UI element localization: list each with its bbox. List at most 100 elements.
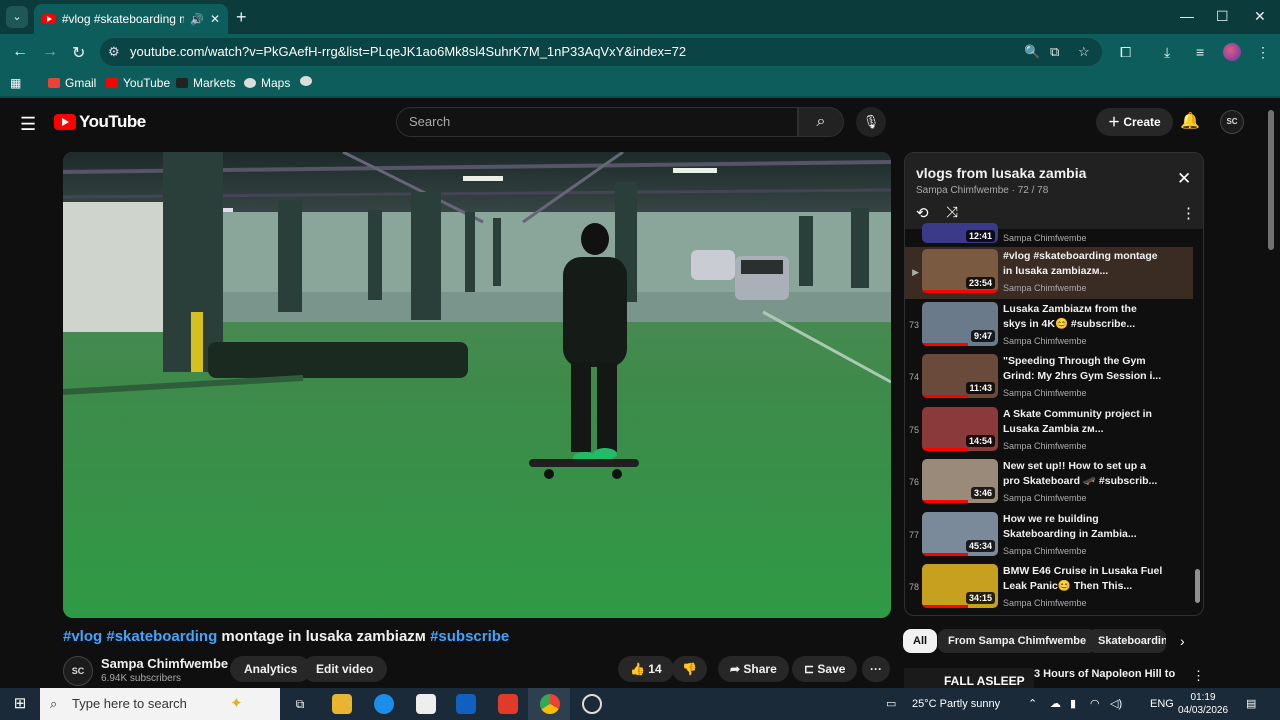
video-player[interactable] xyxy=(63,152,891,618)
scrollbar-thumb[interactable] xyxy=(1195,569,1200,603)
analytics-button[interactable]: Analytics xyxy=(230,656,312,682)
media-controls-icon[interactable]: ≡ xyxy=(1196,44,1204,60)
site-info-icon[interactable]: ⚙ xyxy=(108,44,120,60)
edge-browser-icon[interactable] xyxy=(374,694,394,714)
extensions-icon[interactable]: ⧠ xyxy=(1120,44,1131,61)
bookmark-star-icon[interactable]: ☆ xyxy=(1078,44,1090,60)
language-indicator[interactable]: ENG xyxy=(1150,688,1174,720)
tab-search-chevron-icon[interactable]: ⌄ xyxy=(6,6,28,28)
dislike-button[interactable]: 👎 xyxy=(672,656,707,682)
clock[interactable]: 01:19 04/03/2026 xyxy=(1178,691,1228,717)
youtube-play-icon xyxy=(54,114,76,130)
item-title: #vlog #skateboarding montage in lusaka z… xyxy=(1003,250,1158,277)
weather-text[interactable]: 25°C Partly sunny xyxy=(912,688,1000,720)
notifications-icon[interactable]: ▤ xyxy=(1246,688,1256,720)
duration-badge: 45:34 xyxy=(965,539,995,552)
window-close-icon[interactable]: ✕ xyxy=(1254,8,1266,25)
windows-taskbar: ⊞ Type here to search ⌕ ✦ ⧉ ▭ 25°C Partl… xyxy=(0,688,1280,720)
forward-arrow-icon[interactable]: → xyxy=(42,43,58,61)
microsoft-store-icon[interactable] xyxy=(416,694,436,714)
search-button[interactable]: ⌕ xyxy=(798,107,844,137)
save-button[interactable]: ⊏ Save xyxy=(792,656,858,682)
apps-grid-icon[interactable]: ▦ xyxy=(10,76,21,90)
channel-name[interactable]: Sampa Chimfwembe xyxy=(101,656,228,671)
playlist-item[interactable]: 76 3:46 New set up!! How to set up a pro S… xyxy=(905,457,1193,509)
youtube-header: ☰ YouTube Search ⌕ 🎙 ＋ Create 🔔 SC xyxy=(0,100,1280,144)
reload-icon[interactable]: ↻ xyxy=(72,43,85,63)
cast-icon[interactable]: ⧉ xyxy=(1050,44,1059,60)
hashtag-link[interactable]: #subscribe xyxy=(430,628,509,645)
youtube-wordmark: YouTube xyxy=(79,112,146,131)
more-vertical-icon[interactable]: ⋮ xyxy=(1192,668,1205,684)
close-icon[interactable]: ✕ xyxy=(1177,169,1191,189)
wps-office-icon[interactable] xyxy=(498,694,518,714)
notifications-bell-icon[interactable]: 🔔 xyxy=(1180,111,1200,131)
chip-from-channel[interactable]: From Sampa Chimfwembe xyxy=(938,629,1097,653)
minimize-icon[interactable]: — xyxy=(1180,8,1194,24)
playlist-item[interactable]: 74 11:43 "Speeding Through the Gym Grind: … xyxy=(905,352,1193,404)
chevron-right-icon[interactable]: › xyxy=(1180,633,1185,649)
playlist-item[interactable]: 77 45:34 How we re building Skateboarding … xyxy=(905,510,1193,562)
hamburger-menu-icon[interactable]: ☰ xyxy=(20,114,36,135)
tab-close-icon[interactable]: ✕ xyxy=(210,12,220,26)
profile-avatar[interactable] xyxy=(1223,43,1241,61)
youtube-logo[interactable]: YouTube xyxy=(54,112,146,132)
bookmark-markets[interactable]: Markets xyxy=(176,76,236,90)
like-button[interactable]: 👍 14 xyxy=(618,656,674,682)
playlist-item[interactable]: ▶ 23:54 #vlog #skateboarding montage in lu… xyxy=(905,247,1193,299)
playlist-item[interactable]: 78 34:15 BMW E46 Cruise in Lusaka Fuel Lea… xyxy=(905,562,1193,614)
download-icon[interactable]: ⤓ xyxy=(1164,44,1170,61)
share-arrow-icon: ➦ xyxy=(730,662,744,676)
network-icon[interactable]: ☁ xyxy=(1050,688,1061,720)
maximize-icon[interactable]: ☐ xyxy=(1216,8,1229,25)
playlist-title[interactable]: vlogs from lusaka zambia xyxy=(916,165,1086,181)
item-channel: Sampa Chimfwembe xyxy=(1003,440,1087,451)
hashtag-link[interactable]: #vlog xyxy=(63,628,102,645)
task-view-icon[interactable]: ⧉ xyxy=(290,694,310,714)
bookmark-youtube[interactable]: YouTube xyxy=(106,76,170,90)
address-bar[interactable]: ⚙ youtube.com/watch?v=PkGAefH-rrg&list=P… xyxy=(100,38,1102,66)
recommendation-thumbnail[interactable]: FALL ASLEEP xyxy=(904,668,1034,688)
taskbar-search-input[interactable]: Type here to search xyxy=(40,688,280,720)
playlist-item[interactable]: 75 14:54 A Skate Community project in Lusa… xyxy=(905,405,1193,457)
chrome-menu-icon[interactable]: ⋮ xyxy=(1256,44,1270,61)
outlook-icon[interactable] xyxy=(456,694,476,714)
chrome-icon[interactable] xyxy=(540,694,560,714)
create-button[interactable]: ＋ Create xyxy=(1096,108,1173,136)
tray-chevron-icon[interactable]: ⌃ xyxy=(1028,688,1037,720)
video-thumbnail: 45:34 xyxy=(922,511,998,556)
search-input[interactable]: Search xyxy=(396,107,798,137)
more-actions-button[interactable]: ··· xyxy=(862,656,890,682)
playlist-item[interactable]: 73 9:47 Lusaka Zambiaᴢᴍ from the skys in 4… xyxy=(905,300,1193,352)
new-tab-plus-icon[interactable]: + xyxy=(236,7,247,28)
edit-video-button[interactable]: Edit video xyxy=(302,656,388,682)
volume-icon[interactable]: ◁) xyxy=(1110,688,1122,720)
page-scrollbar[interactable] xyxy=(1268,110,1274,250)
speaker-icon[interactable]: 🔊 xyxy=(190,13,204,26)
hashtag-link[interactable]: #skateboarding xyxy=(106,628,217,645)
voice-search-mic-icon[interactable]: 🎙 xyxy=(856,107,886,137)
url-text[interactable]: youtube.com/watch?v=PkGAefH-rrg&list=PLq… xyxy=(130,44,686,59)
windows-start-icon[interactable]: ⊞ xyxy=(10,694,30,714)
chip-skateboarding[interactable]: Skateboarding xyxy=(1088,629,1166,653)
duration-badge: 34:15 xyxy=(965,592,995,604)
bookmark-globe[interactable] xyxy=(300,76,312,86)
wifi-icon[interactable]: ◠ xyxy=(1090,688,1100,720)
battery-icon[interactable]: ▮ xyxy=(1070,688,1076,720)
playlist-scrollbar[interactable] xyxy=(1195,239,1201,609)
back-arrow-icon[interactable]: ← xyxy=(12,43,28,61)
share-button[interactable]: ➦ Share xyxy=(718,656,789,682)
browser-tab-active[interactable]: #vlog #skateboarding mon 🔊 ✕ xyxy=(34,4,228,34)
bookmark-gmail[interactable]: Gmail xyxy=(48,76,96,90)
recorder-icon[interactable] xyxy=(582,694,602,714)
chip-all[interactable]: All xyxy=(903,629,938,653)
bookmark-maps[interactable]: Maps xyxy=(244,76,290,90)
zoom-search-icon[interactable]: 🔍 xyxy=(1024,44,1040,60)
recommendation-title[interactable]: 3 Hours of Napoleon Hill to xyxy=(1034,668,1175,680)
search-icon: ⌕ xyxy=(816,113,826,130)
playlist-item-partial[interactable]: 12:41 Sampa Chimfwembe xyxy=(905,217,1193,247)
file-explorer-icon[interactable] xyxy=(332,694,352,714)
video-thumbnail: 9:47 xyxy=(922,301,998,346)
account-avatar[interactable]: SC xyxy=(1220,110,1244,134)
channel-avatar[interactable]: SC xyxy=(63,656,93,686)
